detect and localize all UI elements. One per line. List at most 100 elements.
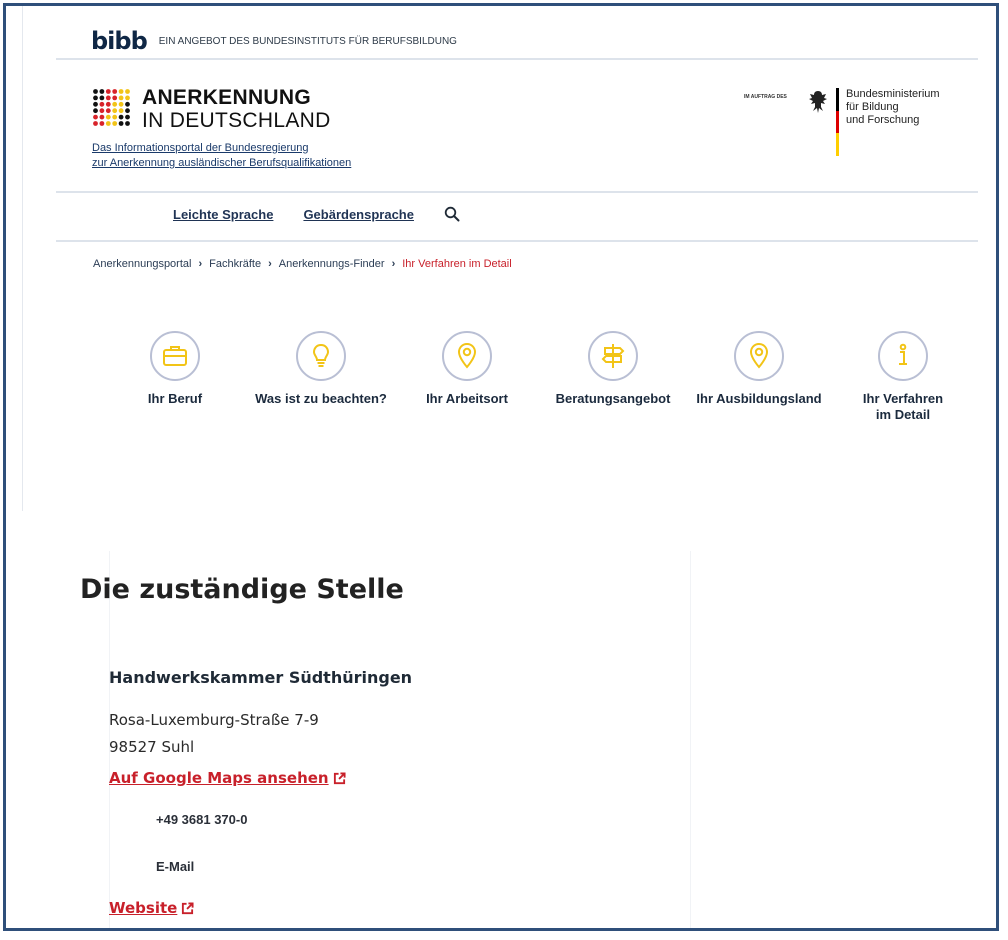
logo-dot [118, 95, 124, 101]
step-beratungsangebot[interactable]: Beratungsangebot [538, 331, 688, 407]
logo-dot [99, 108, 105, 114]
logo-dot [125, 121, 130, 126]
flag-stripe [836, 88, 839, 156]
top-bar: bibb EIN ANGEBOT DES BUNDESINSTITUTS FÜR… [91, 27, 457, 55]
ministry-prefix: IM AUFTRAG DES [744, 94, 787, 100]
logo-dot [105, 121, 111, 126]
address-street: Rosa-Luxemburg-Straße 7-9 [109, 711, 319, 729]
logo-dot [125, 101, 130, 107]
logo-dot [125, 114, 130, 120]
step-label: Ihr Beruf [147, 391, 203, 406]
google-maps-link-label: Auf Google Maps ansehen [109, 769, 329, 787]
logo-dot [125, 108, 130, 114]
dot-grid-logo-icon [93, 89, 130, 126]
step-circle[interactable] [878, 331, 928, 381]
divider-top [56, 58, 978, 60]
phone-number[interactable]: +49 3681 370-0 [156, 812, 247, 827]
email-link[interactable]: E-Mail [156, 859, 194, 874]
step-circle[interactable] [734, 331, 784, 381]
breadcrumb-current: Ihr Verfahren im Detail [402, 258, 512, 270]
organization-name: Handwerkskammer Südthüringen [109, 668, 413, 687]
step-label: Beratungsangebot [555, 391, 671, 406]
brand-description-link[interactable]: Das Informationsportal der Bundesregieru… [92, 141, 351, 171]
logo-dot [105, 114, 111, 120]
step-circle[interactable] [150, 331, 200, 381]
logo-dot [93, 101, 98, 107]
location-pin-icon [749, 342, 769, 369]
logo-dot [112, 114, 118, 120]
topbar-tagline: EIN ANGEBOT DES BUNDESINSTITUTS FÜR BERU… [158, 35, 457, 47]
lightbulb-icon [312, 343, 330, 367]
step-label-line2: im Detail [875, 407, 931, 422]
logo-dot [99, 101, 105, 107]
website-link-label: Website [109, 899, 178, 917]
brand-description-line1: Das Informationsportal der Bundesregieru… [92, 142, 309, 154]
ministry-name: Bundesministerium für Bildung und Forsch… [846, 88, 940, 127]
breadcrumb-item-fachkraefte[interactable]: Fachkräfte [209, 258, 261, 270]
chevron-right-icon: › [198, 258, 203, 270]
step-ihr-arbeitsort[interactable]: Ihr Arbeitsort [392, 331, 542, 407]
logo-dot [99, 121, 105, 126]
external-link-icon [182, 901, 194, 914]
bibb-logo[interactable]: bibb [91, 27, 148, 55]
step-ihr-verfahren-im-detail[interactable]: Ihr Verfahren im Detail [828, 331, 978, 423]
ministry-name-line3: und Forschung [846, 114, 920, 126]
external-link-icon [333, 771, 346, 784]
logo-dot [105, 89, 111, 94]
logo-dot [125, 89, 130, 94]
breadcrumb: Anerkennungsportal › Fachkräfte › Anerke… [93, 258, 512, 270]
logo-dot [112, 121, 118, 126]
nav-leichte-sprache[interactable]: Leichte Sprache [173, 207, 273, 222]
nav-gebaerdensprache[interactable]: Gebärdensprache [303, 207, 414, 222]
location-pin-icon [457, 342, 477, 369]
logo-dot [105, 95, 111, 101]
search-icon[interactable] [444, 206, 460, 222]
page-edge-line [22, 6, 23, 511]
logo-dot [118, 89, 124, 94]
step-label: Ihr Verfahren im Detail [828, 391, 978, 423]
ministry-name-line1: Bundesministerium [846, 88, 940, 100]
divider-nav [56, 240, 978, 242]
step-circle[interactable] [588, 331, 638, 381]
logo-dot [105, 101, 111, 107]
step-was-ist-zu-beachten[interactable]: Was ist zu beachten? [246, 331, 396, 407]
logo-dot [118, 108, 124, 114]
brand-description-line2: zur Anerkennung ausländischer Berufsqual… [92, 157, 352, 169]
address: Rosa-Luxemburg-Straße 7-9 98527 Suhl [109, 707, 319, 761]
step-label: Ihr Ausbildungsland [696, 391, 822, 406]
logo-dot [93, 121, 98, 126]
logo-dot [118, 114, 124, 120]
service-nav: Leichte Sprache Gebärdensprache [173, 206, 460, 222]
google-maps-link[interactable]: Auf Google Maps ansehen [109, 769, 346, 787]
logo-dot [112, 108, 118, 114]
signpost-icon [601, 344, 625, 368]
logo-dot [112, 95, 118, 101]
logo-dot [93, 114, 98, 120]
chevron-right-icon: › [268, 258, 272, 270]
federal-eagle-icon [809, 91, 827, 113]
section-title: Die zuständige Stelle [80, 574, 404, 605]
logo-dot [105, 108, 111, 114]
logo-dot [93, 95, 98, 101]
step-circle[interactable] [442, 331, 492, 381]
step-label-line1: Ihr Verfahren [862, 391, 944, 406]
logo-dot [118, 101, 124, 107]
address-city: 98527 Suhl [109, 738, 195, 756]
page-frame: bibb EIN ANGEBOT DES BUNDESINSTITUTS FÜR… [3, 3, 999, 931]
logo-dot [125, 95, 130, 101]
ministry-name-line2: für Bildung [846, 101, 899, 113]
step-label: Ihr Arbeitsort [426, 391, 508, 406]
chevron-right-icon: › [391, 258, 396, 270]
logo-dot [99, 114, 105, 120]
breadcrumb-item-portal[interactable]: Anerkennungsportal [93, 258, 191, 270]
logo-dot [118, 121, 124, 126]
step-ihr-beruf[interactable]: Ihr Beruf [100, 331, 250, 407]
logo-dot [93, 89, 98, 94]
briefcase-icon [163, 346, 187, 366]
step-circle[interactable] [296, 331, 346, 381]
step-ihr-ausbildungsland[interactable]: Ihr Ausbildungsland [684, 331, 834, 407]
breadcrumb-item-finder[interactable]: Anerkennungs-Finder [279, 258, 385, 270]
website-link[interactable]: Website [109, 899, 194, 917]
logo-dot [112, 89, 118, 94]
info-icon [899, 343, 907, 365]
